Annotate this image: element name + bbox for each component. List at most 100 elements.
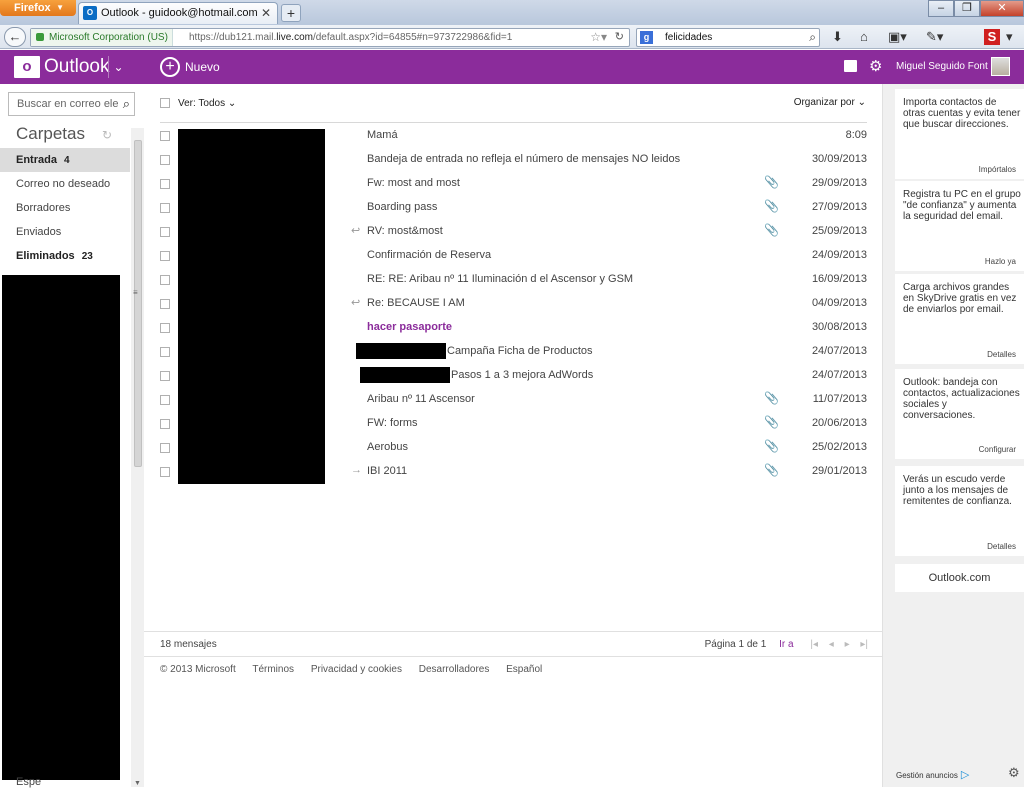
message-checkbox[interactable]	[160, 299, 170, 309]
chevron-down-icon: ⌄	[227, 98, 237, 109]
mail-search-input[interactable]: Buscar en correo ele ⌕	[8, 92, 135, 116]
user-name[interactable]: Miguel Seguido Font	[896, 61, 996, 72]
home-icon[interactable]: ⌂	[860, 29, 868, 44]
search-icon[interactable]: ⌕	[121, 93, 130, 115]
back-arrow-icon[interactable]: ←	[4, 27, 26, 47]
last-page-icon[interactable]: ▸|	[860, 639, 868, 650]
bookmarks-menu-icon[interactable]: ▣▾	[888, 29, 907, 45]
next-page-icon[interactable]: ▸	[845, 639, 850, 650]
goto-page-link[interactable]: Ir a	[779, 639, 793, 650]
folder-label: Correo no deseado	[16, 178, 111, 190]
site-identity-button[interactable]: Microsoft Corporation (US)	[31, 29, 173, 46]
message-checkbox[interactable]	[160, 371, 170, 381]
browser-navbar: ← Microsoft Corporation (US) https://dub…	[0, 25, 1024, 49]
message-subject: IBI 2011	[367, 465, 408, 477]
browser-tab[interactable]: O Outlook - guidook@hotmail.com ✕	[78, 2, 278, 24]
redacted-block	[356, 343, 446, 359]
manage-ads-label: Gestión anuncios	[896, 771, 958, 780]
message-checkbox[interactable]	[160, 155, 170, 165]
select-all-checkbox[interactable]	[160, 98, 170, 108]
message-subject: Confirmación de Reserva	[367, 249, 492, 261]
organize-by-dropdown[interactable]: Organizar por ⌄	[794, 97, 866, 108]
view-filter-dropdown[interactable]: Ver: Todos ⌄	[178, 97, 236, 111]
page-footer: © 2013 Microsoft Términos Privacidad y c…	[160, 664, 556, 675]
downloads-icon[interactable]: ⬇	[832, 29, 843, 45]
message-checkbox[interactable]	[160, 347, 170, 357]
ad-link[interactable]: Hazlo ya	[985, 257, 1016, 266]
url-bar[interactable]: Microsoft Corporation (US) https://dub12…	[30, 28, 630, 47]
divider	[144, 656, 883, 657]
folder-item-partial[interactable]: Espe	[16, 776, 41, 788]
manage-ads-link[interactable]: Gestión anuncios ▷	[896, 768, 969, 781]
ad-link[interactable]: Impórtalos	[979, 165, 1016, 174]
messaging-icon[interactable]	[844, 60, 857, 72]
outlook-logo-icon[interactable]: o	[14, 56, 40, 78]
message-checkbox[interactable]	[160, 395, 170, 405]
scroll-down-arrow-icon[interactable]: ▼	[134, 780, 141, 787]
addon-s-icon[interactable]: S	[984, 29, 1000, 45]
firefox-menu-button[interactable]: Firefox ▼	[0, 0, 76, 16]
terms-link[interactable]: Términos	[252, 664, 294, 675]
settings-gear-icon[interactable]: ⚙	[869, 57, 882, 75]
ad-link[interactable]: Detalles	[987, 542, 1016, 551]
message-checkbox[interactable]	[160, 467, 170, 477]
folder-pane-scrollbar[interactable]: ≡ ▼	[131, 128, 144, 787]
gear-icon[interactable]: ⚙	[1008, 765, 1020, 781]
new-message-button[interactable]: + Nuevo	[160, 57, 220, 77]
developers-link[interactable]: Desarrolladores	[419, 664, 490, 675]
google-engine-icon[interactable]: g	[640, 31, 653, 44]
folder-item-entrada[interactable]: Entrada 4	[0, 148, 130, 172]
close-tab-icon[interactable]: ✕	[261, 3, 271, 23]
outlook-com-link[interactable]: Outlook.com	[895, 564, 1024, 592]
site-identity-label: Microsoft Corporation (US)	[49, 32, 168, 43]
scrollbar-thumb[interactable]	[134, 140, 142, 467]
first-page-icon[interactable]: |◂	[810, 639, 818, 650]
message-subject: RE: RE: Aribau nº 11 Iluminación d el As…	[367, 273, 634, 285]
ad-card[interactable]: Verás un escudo verde junto a los mensaj…	[895, 466, 1024, 556]
refresh-icon[interactable]: ↻	[102, 128, 112, 142]
ad-card[interactable]: Outlook: bandeja con contactos, actualiz…	[895, 369, 1024, 459]
bookmark-star-icon[interactable]: ☆▾	[590, 29, 607, 46]
ad-card[interactable]: Importa contactos de otras cuentas y evi…	[895, 89, 1024, 179]
message-checkbox[interactable]	[160, 227, 170, 237]
search-icon[interactable]: ⌕	[809, 29, 816, 46]
caret-down-icon: ▼	[56, 3, 64, 12]
new-tab-button[interactable]: +	[281, 4, 301, 22]
attachment-paperclip-icon: 📎	[764, 439, 779, 453]
folder-item-eliminados[interactable]: Eliminados 23	[0, 244, 130, 268]
browser-search-box[interactable]: g felicidades ⌕	[636, 28, 820, 47]
folder-item-borradores[interactable]: Borradores	[0, 196, 130, 220]
ad-link[interactable]: Detalles	[987, 350, 1016, 359]
message-checkbox[interactable]	[160, 203, 170, 213]
toolbar-menu-icon[interactable]: ▾	[1006, 29, 1013, 45]
message-subject: Fw: most and most	[367, 177, 460, 189]
message-checkbox[interactable]	[160, 419, 170, 429]
message-checkbox[interactable]	[160, 179, 170, 189]
message-checkbox[interactable]	[160, 251, 170, 261]
addon-icon[interactable]: ✎▾	[926, 29, 943, 45]
restore-button[interactable]: ❐	[954, 0, 980, 17]
message-checkbox[interactable]	[160, 323, 170, 333]
message-checkbox[interactable]	[160, 443, 170, 453]
privacy-link[interactable]: Privacidad y cookies	[311, 664, 402, 675]
prev-page-icon[interactable]: ◂	[829, 639, 834, 650]
new-message-label: Nuevo	[185, 60, 220, 74]
outlook-app-name[interactable]: Outlook	[44, 56, 109, 78]
avatar[interactable]	[991, 57, 1010, 76]
ad-card[interactable]: Carga archivos grandes en SkyDrive grati…	[895, 274, 1024, 364]
ad-link[interactable]: Configurar	[979, 445, 1016, 454]
app-switcher-chevron-icon[interactable]: ⌄	[108, 56, 128, 78]
folder-item-correo-no-deseado[interactable]: Correo no deseado	[0, 172, 130, 196]
ad-card[interactable]: Registra tu PC en el grupo "de confianza…	[895, 181, 1024, 271]
language-link[interactable]: Español	[506, 664, 542, 675]
close-window-button[interactable]: ✕	[980, 0, 1024, 17]
message-subject: Bandeja de entrada no refleja el número …	[367, 153, 681, 165]
ad-text: Carga archivos grandes en SkyDrive grati…	[903, 282, 1017, 315]
ad-text: Verás un escudo verde junto a los mensaj…	[903, 474, 1012, 507]
message-checkbox[interactable]	[160, 131, 170, 141]
reload-icon[interactable]: ↻	[615, 29, 624, 46]
message-checkbox[interactable]	[160, 275, 170, 285]
folder-item-enviados[interactable]: Enviados	[0, 220, 130, 244]
minimize-button[interactable]: –	[928, 0, 954, 17]
outlook-header: o Outlook ⌄ + Nuevo ⚙ Miguel Seguido Font	[0, 50, 1024, 84]
